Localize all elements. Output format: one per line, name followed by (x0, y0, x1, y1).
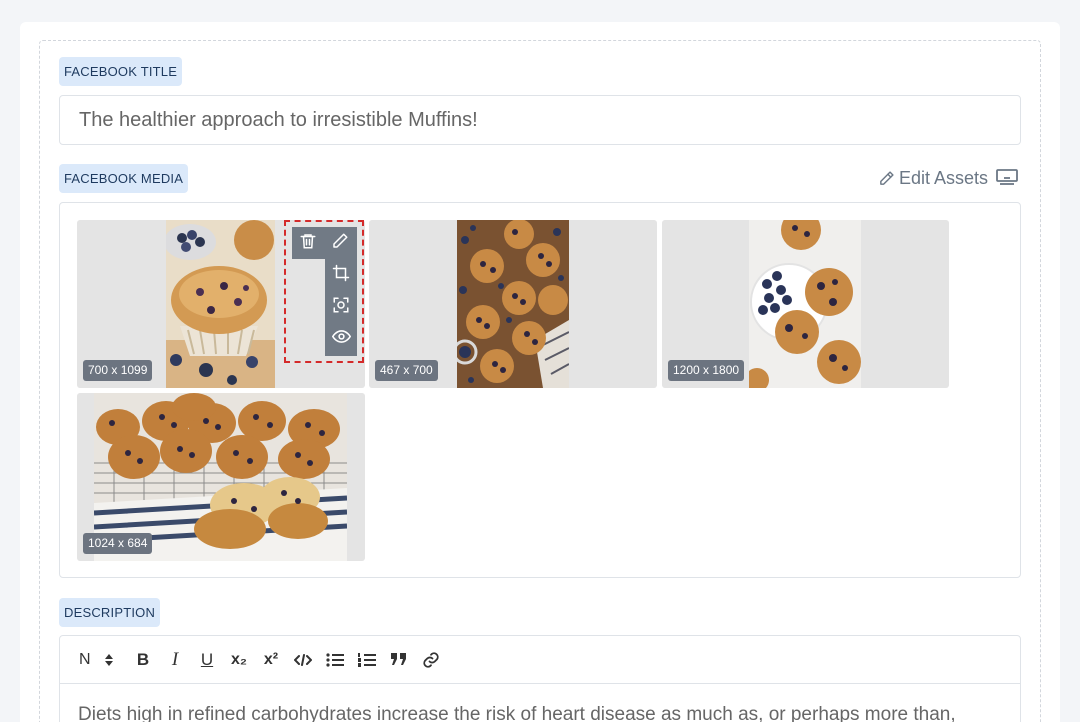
media-thumbnail[interactable]: 1200 x 1800 (662, 220, 949, 388)
subscript-button[interactable]: x₂ (227, 647, 251, 673)
edit-assets-label: Edit Assets (898, 167, 988, 188)
blockquote-button[interactable] (387, 647, 411, 673)
dimension-badge: 1200 x 1800 (668, 360, 745, 381)
focus-point-button[interactable] (325, 291, 357, 323)
facebook-title-label: FACEBOOK TITLE (59, 57, 183, 86)
code-icon (294, 653, 312, 667)
bold-button[interactable]: B (131, 647, 155, 673)
subscript-icon: x₂ (230, 650, 247, 668)
dimension-badge: 1024 x 684 (83, 533, 153, 554)
italic-icon: I (171, 648, 179, 670)
edit-assets-button[interactable]: Edit Assets (878, 166, 1018, 190)
facebook-title-input[interactable] (59, 95, 1021, 145)
heading-select-value: N (79, 650, 91, 668)
image-tools-side (325, 259, 357, 356)
editor-toolbar: N B I U x₂ x² (60, 636, 1020, 684)
trash-icon (299, 232, 317, 255)
numbered-list-icon (358, 652, 376, 668)
monitor-icon (996, 169, 1018, 187)
eye-icon (331, 327, 351, 351)
bullet-list-icon (326, 652, 344, 668)
media-thumbnail[interactable]: 467 x 700 (369, 220, 657, 388)
updown-chevron-icon (104, 653, 113, 667)
delete-image-button[interactable] (292, 227, 324, 259)
dimension-badge: 700 x 1099 (83, 360, 153, 381)
crop-icon (332, 264, 350, 287)
link-button[interactable] (419, 647, 443, 673)
superscript-button[interactable]: x² (259, 647, 283, 673)
edit-image-button[interactable] (324, 227, 356, 259)
link-icon (422, 651, 440, 669)
italic-button[interactable]: I (163, 647, 187, 673)
muffin-photo (745, 220, 861, 388)
muffin-photo (452, 220, 570, 388)
underline-icon: U (200, 649, 214, 669)
description-text[interactable]: Diets high in refined carbohydrates incr… (60, 684, 1020, 722)
bold-icon: B (136, 649, 150, 669)
description-label: DESCRIPTION (59, 598, 161, 627)
bullet-list-button[interactable] (323, 647, 347, 673)
superscript-icon: x² (263, 650, 279, 668)
preview-image-button[interactable] (325, 323, 357, 355)
numbered-list-button[interactable] (355, 647, 379, 673)
code-button[interactable] (291, 647, 315, 673)
pencil-icon (331, 232, 349, 255)
focus-icon (332, 296, 350, 319)
facebook-media-label: FACEBOOK MEDIA (59, 164, 189, 193)
muffin-photo (164, 220, 275, 388)
quote-icon (391, 652, 407, 667)
image-tools-top (292, 227, 357, 259)
crop-image-button[interactable] (325, 259, 357, 291)
heading-select[interactable]: N (79, 647, 119, 673)
description-editor: N B I U x₂ x² Diets high in refined carb… (59, 635, 1021, 722)
dimension-badge: 467 x 700 (375, 360, 438, 381)
media-thumbnail[interactable]: 1024 x 684 (77, 393, 365, 561)
pencil-icon (878, 170, 895, 187)
underline-button[interactable]: U (195, 647, 219, 673)
